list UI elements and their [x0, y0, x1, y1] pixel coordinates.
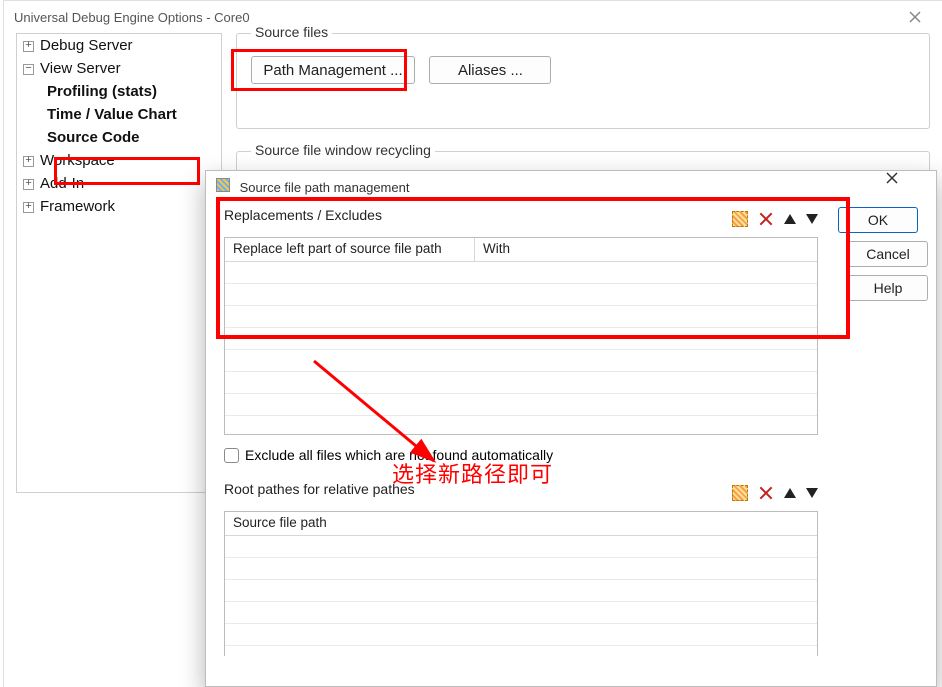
exclude-checkbox-label: Exclude all files which are not found au… [245, 447, 553, 463]
tree-item-debug-server[interactable]: + Debug Server [17, 34, 221, 57]
tree-item-source-code[interactable]: Source Code [17, 126, 221, 149]
replacements-section: Replacements / Excludes Replace left par… [224, 207, 818, 435]
expand-icon[interactable]: + [23, 41, 34, 52]
tree-item-addin[interactable]: + Add-In [17, 172, 221, 195]
dialog-body: OK Cancel Help Replacements / Excludes R… [224, 207, 918, 686]
root-paths-section: Root pathes for relative pathes Source f… [224, 481, 818, 656]
dialog-close-button[interactable] [886, 172, 926, 200]
ok-button[interactable]: OK [838, 207, 918, 233]
expand-icon[interactable]: + [23, 179, 34, 190]
path-management-button[interactable]: Path Management ... [251, 56, 415, 84]
group-legend: Source files [251, 24, 332, 40]
dialog-title: Source file path management [240, 180, 410, 195]
window-title: Universal Debug Engine Options - Core0 [14, 10, 250, 25]
tree-item-framework[interactable]: + Framework [17, 195, 221, 218]
tree-item-profiling[interactable]: Profiling (stats) [17, 80, 221, 103]
root-paths-grid[interactable]: Source file path [224, 511, 818, 656]
collapse-icon[interactable]: − [23, 64, 34, 75]
tree-item-time-value[interactable]: Time / Value Chart [17, 103, 221, 126]
window-close-button[interactable] [892, 1, 938, 33]
replacements-label: Replacements / Excludes [224, 207, 382, 223]
grid-header: Source file path [225, 512, 817, 536]
path-management-dialog: Source file path management OK Cancel He… [205, 170, 937, 687]
delete-row-icon[interactable] [758, 485, 774, 501]
help-button[interactable]: Help [848, 275, 928, 301]
titlebar: Universal Debug Engine Options - Core0 [4, 1, 942, 33]
expand-icon[interactable]: + [23, 156, 34, 167]
tree-item-view-server[interactable]: − View Server [17, 57, 221, 80]
aliases-button[interactable]: Aliases ... [429, 56, 551, 84]
col-source-path: Source file path [225, 512, 817, 536]
group-legend: Source file window recycling [251, 142, 435, 158]
group-source-files: Source files Path Management ... Aliases… [236, 33, 930, 129]
expand-icon[interactable]: + [23, 202, 34, 213]
move-up-icon[interactable] [784, 488, 796, 498]
move-down-icon[interactable] [806, 488, 818, 498]
move-down-icon[interactable] [806, 214, 818, 224]
new-row-icon[interactable] [732, 485, 748, 501]
options-tree[interactable]: + Debug Server − View Server Profiling (… [16, 33, 222, 493]
root-paths-toolbar [732, 485, 818, 501]
dialog-titlebar: Source file path management [206, 171, 936, 201]
grid-rows[interactable] [225, 262, 817, 434]
cancel-button[interactable]: Cancel [848, 241, 928, 267]
tree-item-workspace[interactable]: + Workspace [17, 149, 221, 172]
col-replace: Replace left part of source file path [225, 238, 475, 262]
move-up-icon[interactable] [784, 214, 796, 224]
grid-header: Replace left part of source file path Wi… [225, 238, 817, 262]
root-paths-label: Root pathes for relative pathes [224, 481, 415, 497]
replacements-grid[interactable]: Replace left part of source file path Wi… [224, 237, 818, 435]
exclude-checkbox[interactable] [224, 448, 239, 463]
exclude-checkbox-row[interactable]: Exclude all files which are not found au… [224, 447, 818, 463]
new-row-icon[interactable] [732, 211, 748, 227]
replacements-toolbar [732, 211, 818, 227]
grid-rows[interactable] [225, 536, 817, 656]
dialog-action-buttons: OK Cancel Help [838, 207, 918, 301]
col-with: With [475, 238, 817, 262]
dialog-icon [216, 178, 230, 192]
delete-row-icon[interactable] [758, 211, 774, 227]
